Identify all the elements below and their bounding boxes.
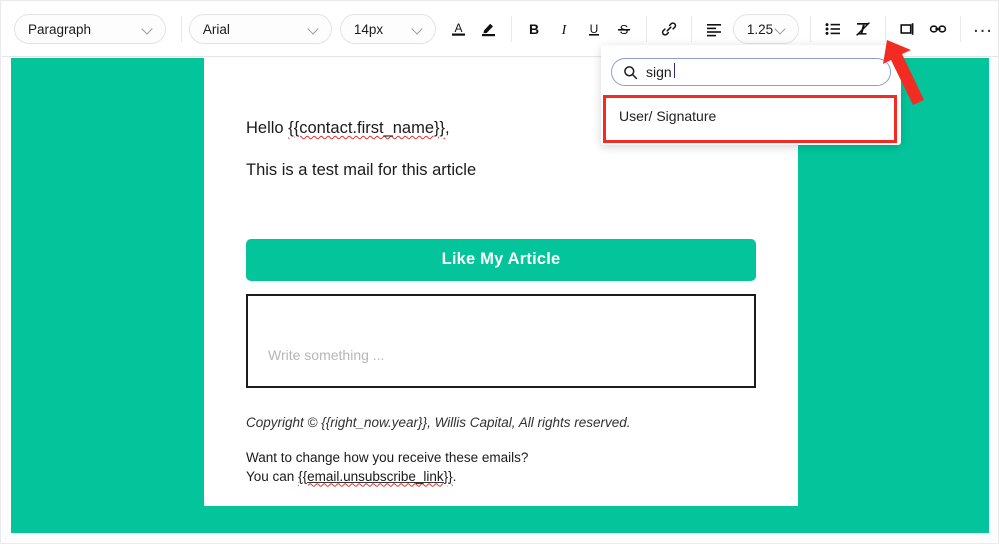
chain-link-icon: [929, 25, 947, 33]
strikethrough-icon: S: [617, 22, 630, 37]
svg-text:I: I: [560, 23, 567, 38]
svg-text:U: U: [589, 22, 598, 36]
chevron-down-icon: [775, 23, 787, 35]
insert-link-button[interactable]: [923, 14, 953, 44]
font-size-value: 14px: [353, 21, 384, 37]
toolbar-divider: [180, 16, 182, 42]
highlighter-icon: [482, 23, 496, 37]
toolbar-divider: [510, 16, 512, 42]
copyright-suffix: , Willis Capital, All rights reserved.: [427, 414, 631, 430]
merge-tag-popover: sign User/ Signature: [601, 45, 901, 145]
bold-button[interactable]: B: [519, 14, 549, 44]
copyright-prefix: Copyright ©: [246, 414, 322, 430]
align-button[interactable]: [699, 14, 729, 44]
align-left-icon: [706, 24, 721, 37]
italic-icon: I: [560, 23, 567, 38]
bold-icon: B: [529, 21, 539, 37]
clear-formatting-icon: [856, 22, 870, 36]
font-family-value: Arial: [202, 21, 230, 37]
write-something-editor[interactable]: Write something ...: [246, 293, 756, 388]
link-button[interactable]: [654, 14, 684, 44]
font-size-select[interactable]: 14px: [339, 14, 436, 44]
paragraph-style-select[interactable]: Paragraph: [14, 14, 166, 44]
toolbar-divider: [690, 16, 692, 42]
svg-text:B: B: [529, 21, 539, 37]
merge-tag-result-item[interactable]: User/ Signature: [611, 99, 891, 133]
merge-tag-search-value: sign: [646, 63, 675, 80]
bullet-list-button[interactable]: [818, 14, 848, 44]
footer-question: Want to change how you receive these ema…: [246, 449, 529, 465]
underline-icon: U: [588, 22, 599, 36]
link-icon: [661, 22, 676, 36]
copyright-merge-tag: {{right_now.year}}: [321, 414, 428, 430]
paragraph-style-value: Paragraph: [28, 21, 92, 37]
underline-button[interactable]: U: [579, 14, 609, 44]
unsubscribe-link[interactable]: {{email.unsubscribe_link}}: [298, 469, 453, 484]
email-editor-window: Paragraph Arial 14px A B I U 1.25 ... He…: [0, 0, 999, 544]
toolbar-divider: [960, 16, 961, 42]
svg-text:A: A: [455, 21, 463, 35]
strikethrough-button[interactable]: S: [609, 14, 639, 44]
merge-tag-result-list: User/ Signature: [611, 99, 891, 145]
more-options-label: ...: [973, 14, 993, 37]
unsubscribe-merge-tag: {{email.unsubscribe_link}}: [298, 468, 453, 484]
copyright-line: Copyright © {{right_now.year}}, Willis C…: [246, 415, 756, 430]
chevron-down-icon: [142, 23, 154, 35]
highlight-color-button[interactable]: [474, 14, 504, 44]
merge-tag-search-input[interactable]: sign: [611, 58, 891, 86]
more-options-button[interactable]: ...: [968, 14, 998, 44]
toolbar-divider: [645, 16, 647, 42]
write-something-placeholder: Write something ...: [268, 346, 385, 363]
font-family-select[interactable]: Arial: [188, 14, 332, 44]
chevron-down-icon: [412, 23, 424, 35]
search-icon: [624, 65, 638, 79]
greeting-suffix: ,: [445, 119, 450, 137]
cta-label: Like My Article: [441, 250, 561, 269]
bullet-list-icon: [825, 23, 840, 35]
italic-button[interactable]: I: [549, 14, 579, 44]
like-my-article-button[interactable]: Like My Article: [246, 238, 756, 281]
footer-suffix: .: [452, 468, 457, 484]
greeting-merge-tag: {{contact.first_name}}: [288, 119, 446, 137]
footer-block: Want to change how you receive these ema…: [246, 449, 756, 486]
toolbar-divider: [885, 16, 886, 42]
chevron-down-icon: [308, 23, 320, 35]
line-height-value: 1.25: [746, 21, 774, 37]
line-height-select[interactable]: 1.25: [732, 14, 799, 44]
footer-prefix: You can: [246, 468, 299, 484]
merge-tag-button[interactable]: [893, 14, 923, 44]
text-color-button[interactable]: A: [444, 14, 474, 44]
body-line: This is a test mail for this article: [246, 161, 477, 180]
clear-formatting-button[interactable]: [848, 14, 878, 44]
toolbar-divider: [810, 16, 811, 42]
text-color-icon: A: [452, 21, 466, 36]
merge-tag-icon: [900, 23, 914, 35]
greeting-prefix: Hello: [246, 119, 289, 137]
